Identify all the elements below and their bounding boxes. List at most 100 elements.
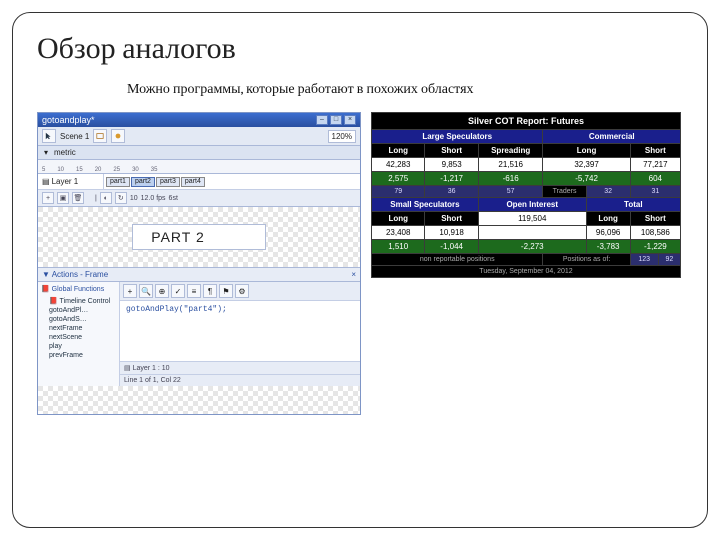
trader-cell: 31 <box>630 186 680 198</box>
part-segment[interactable]: part4 <box>181 177 205 187</box>
slide-subtitle: Можно программы, которые работают в похо… <box>127 80 683 98</box>
total-long: 96,096 <box>586 226 630 240</box>
oi-value: 119,504 <box>478 212 586 226</box>
actions-title: Actions - Frame <box>52 270 108 279</box>
section-small: Small Speculators <box>372 198 479 212</box>
stage-canvas[interactable]: PART 2 <box>38 207 360 267</box>
comm-short: 77,217 <box>630 158 680 172</box>
scene-icon[interactable] <box>93 129 107 143</box>
zoom-field[interactable]: 120% <box>328 130 356 143</box>
chevron-down-icon[interactable]: ▾ <box>44 148 48 157</box>
stage-bottom <box>38 386 360 414</box>
time-label: 6st <box>169 195 178 202</box>
onion-icon[interactable]: ◐ <box>100 192 112 204</box>
code-layer-label: Layer 1 : 10 <box>133 365 170 372</box>
check-icon[interactable]: ✓ <box>171 284 185 298</box>
layer-name[interactable]: Layer 1 <box>52 177 79 186</box>
col-spread: Spreading <box>478 144 543 158</box>
ruler-mark: 25 <box>113 167 120 173</box>
large-spread-chg: -616 <box>478 172 543 186</box>
editor-toolbar-1: Scene 1 120% <box>38 127 360 146</box>
code-line: gotoAndPlay("part4"); <box>126 305 227 314</box>
comm-short-chg: 604 <box>630 172 680 186</box>
part-segment[interactable]: part3 <box>156 177 180 187</box>
format-icon[interactable]: ≡ <box>187 284 201 298</box>
code-editor[interactable]: gotoAndPlay("part4"); <box>120 301 360 361</box>
tree-node[interactable]: play <box>41 342 116 351</box>
actions-footer: ▤ Layer 1 : 10 <box>120 361 360 374</box>
frame-number: 10 <box>130 195 138 202</box>
traders-label: Traders <box>543 186 586 198</box>
trash-icon[interactable]: 🗑 <box>72 192 84 204</box>
editor-window-title: gotoandplay* <box>42 115 95 125</box>
trader-cell: 36 <box>425 186 478 198</box>
actions-panel: ▼ Actions - Frame × 📕 Global Functions 📕… <box>38 267 360 386</box>
tree-root[interactable]: 📕 Global Functions <box>41 284 116 294</box>
metric-tab[interactable]: metric <box>54 148 76 157</box>
pointer-icon[interactable] <box>42 129 56 143</box>
tree-node[interactable]: nextFrame <box>41 324 116 333</box>
target-icon[interactable]: ⊕ <box>155 284 169 298</box>
small-long-chg: 1,510 <box>372 240 425 254</box>
large-spread: 21,516 <box>478 158 543 172</box>
large-long: 42,283 <box>372 158 425 172</box>
tree-node[interactable]: gotoAndS… <box>41 315 116 324</box>
tree-node[interactable]: nextScene <box>41 333 116 342</box>
page-icon: ▤ <box>42 177 50 186</box>
slide-title: Обзор аналогов <box>37 31 683 66</box>
editor-window: gotoandplay* – □ × Scene 1 120% ▾ metric… <box>37 112 361 415</box>
loop-icon[interactable]: ↻ <box>115 192 127 204</box>
ruler-mark: 5 <box>42 167 45 173</box>
scene-tab[interactable]: Scene 1 <box>60 132 89 141</box>
timeline-footer: + ▣ 🗑 | ◐ ↻ 10 12.0 fps 6st <box>38 190 360 207</box>
small-short-chg: -1,044 <box>425 240 478 254</box>
ruler-mark: 30 <box>132 167 139 173</box>
actions-toolbar: + 🔍 ⊕ ✓ ≡ ¶ ⚑ ⚙ <box>120 282 360 301</box>
maximize-button[interactable]: □ <box>330 115 342 125</box>
trader-cell: 57 <box>478 186 543 198</box>
symbol-icon[interactable] <box>111 129 125 143</box>
part-segment[interactable]: part1 <box>106 177 130 187</box>
col-long: Long <box>586 212 630 226</box>
tree-group[interactable]: 📕 Timeline Control <box>41 296 116 306</box>
actions-tree[interactable]: 📕 Global Functions 📕 Timeline Control go… <box>38 282 120 386</box>
editor-tabbar: ▾ metric <box>38 146 360 160</box>
section-large: Large Speculators <box>372 130 543 144</box>
cursor-pos: Line 1 of 1, Col 22 <box>124 377 181 384</box>
col-short: Short <box>425 212 478 226</box>
asof-label: Positions as of: <box>543 254 630 266</box>
add-folder-icon[interactable]: ▣ <box>57 192 69 204</box>
layer-row[interactable]: ▤ Layer 1 part1 part2 part3 part4 <box>38 174 360 190</box>
part-segment-active[interactable]: part2 <box>131 177 155 187</box>
small-long: 23,408 <box>372 226 425 240</box>
oi-chg: -2,273 <box>478 240 586 254</box>
debug-icon[interactable]: ⚑ <box>219 284 233 298</box>
editor-titlebar: gotoandplay* – □ × <box>38 113 360 127</box>
nr-cell: 123 <box>630 254 658 266</box>
large-short: 9,853 <box>425 158 478 172</box>
timeline-parts[interactable]: part1 part2 part3 part4 <box>104 174 360 189</box>
slide-frame: Обзор аналогов Можно программы, которые … <box>12 12 708 528</box>
tree-node[interactable]: gotoAndPl… <box>41 306 116 315</box>
asof-date: Tuesday, September 04, 2012 <box>372 266 681 278</box>
close-button[interactable]: × <box>344 115 356 125</box>
actions-statusbar: Line 1 of 1, Col 22 <box>120 374 360 386</box>
total-short: 108,586 <box>630 226 680 240</box>
panel-close-icon[interactable]: × <box>351 270 356 279</box>
section-comm: Commercial <box>543 130 681 144</box>
oi-blank <box>478 226 586 240</box>
find-icon[interactable]: 🔍 <box>139 284 153 298</box>
hint-icon[interactable]: ¶ <box>203 284 217 298</box>
small-short: 10,918 <box>425 226 478 240</box>
minimize-button[interactable]: – <box>316 115 328 125</box>
total-long-chg: -3,783 <box>586 240 630 254</box>
add-layer-icon[interactable]: + <box>42 192 54 204</box>
fps-label: 12.0 fps <box>141 195 166 202</box>
nonreport-label: non reportable positions <box>372 254 543 266</box>
add-icon[interactable]: + <box>123 284 137 298</box>
col-short: Short <box>630 144 680 158</box>
tree-node[interactable]: prevFrame <box>41 351 116 360</box>
col-short: Short <box>425 144 478 158</box>
nr-cell: 92 <box>658 254 680 266</box>
options-icon[interactable]: ⚙ <box>235 284 249 298</box>
